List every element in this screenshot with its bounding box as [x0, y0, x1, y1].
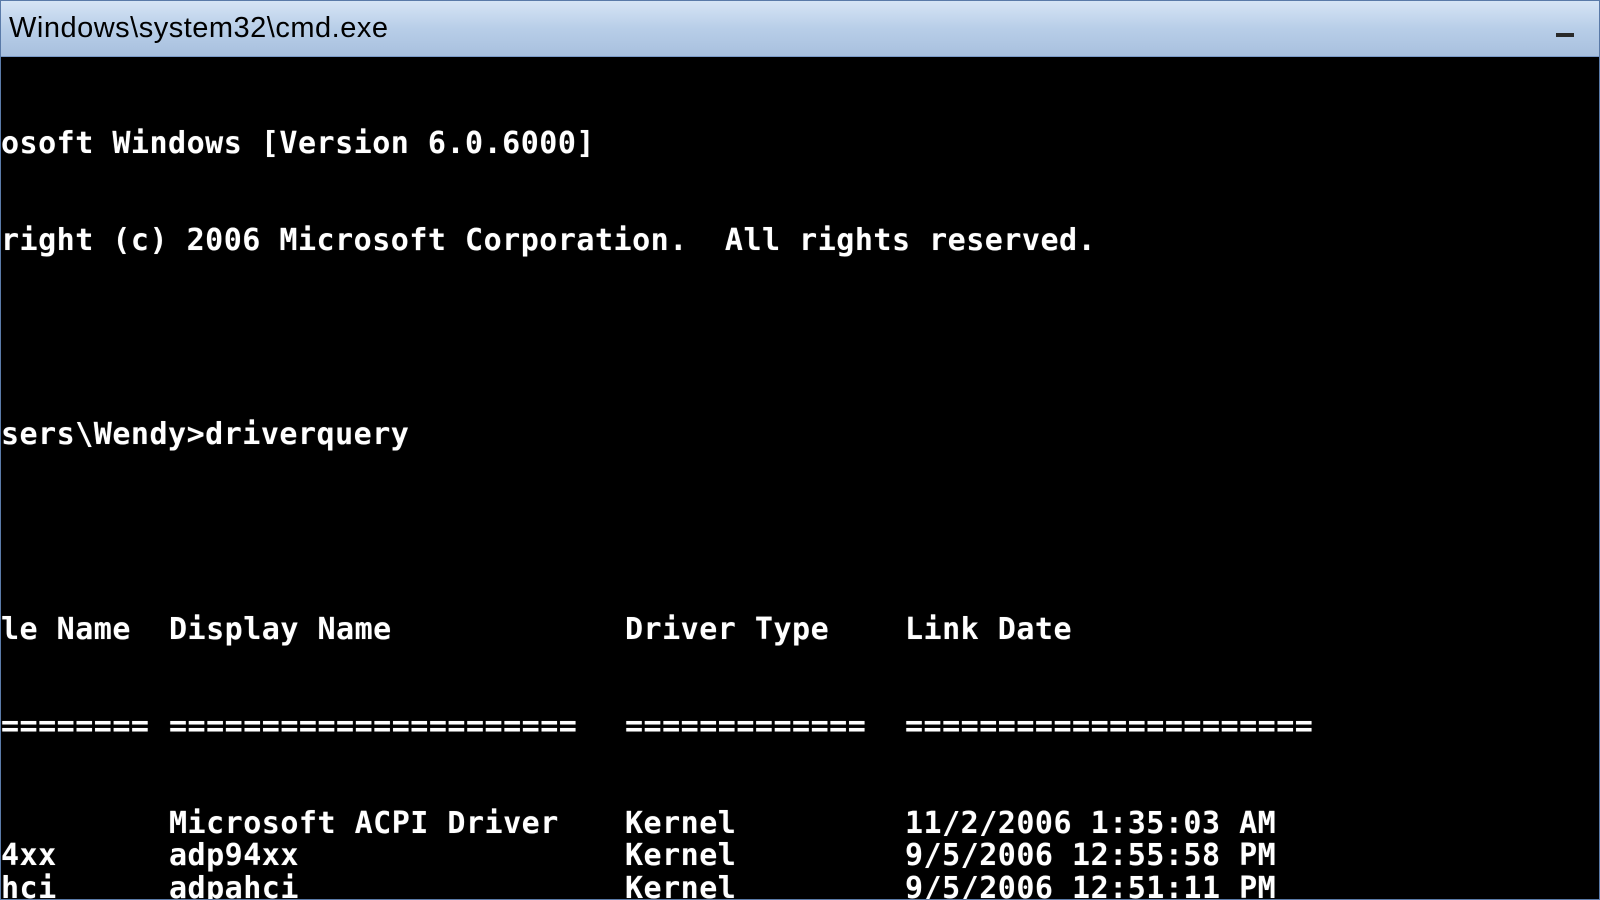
header-display: Display Name	[169, 614, 625, 646]
cell-module	[1, 808, 169, 840]
cell-type: Kernel	[625, 840, 905, 872]
cell-display: adpahci	[169, 873, 625, 899]
cell-display: adp94xx	[169, 840, 625, 872]
separator-row: ======== ====================== ========…	[1, 711, 1599, 743]
cell-date: 9/5/2006 12:55:58 PM	[905, 840, 1425, 872]
sep-type: =============	[625, 711, 905, 743]
sep-module: ========	[1, 711, 169, 743]
header-module: le Name	[1, 614, 169, 646]
header-row: le Name Display Name Driver Type Link Da…	[1, 614, 1599, 646]
header-type: Driver Type	[625, 614, 905, 646]
table-body: Microsoft ACPI DriverKernel11/2/2006 1:3…	[1, 808, 1599, 899]
blank-line	[1, 322, 1599, 354]
table-row: 4xxadp94xxKernel9/5/2006 12:55:58 PM	[1, 840, 1599, 872]
cell-date: 9/5/2006 12:51:11 PM	[905, 873, 1425, 899]
cell-type: Kernel	[625, 873, 905, 899]
sep-date: ======================	[905, 711, 1425, 743]
minimize-button[interactable]	[1547, 15, 1583, 43]
cmd-window: Windows\system32\cmd.exe osoft Windows […	[0, 0, 1600, 900]
header-date: Link Date	[905, 614, 1425, 646]
cell-type: Kernel	[625, 808, 905, 840]
window-controls	[1547, 15, 1591, 43]
table-row: Microsoft ACPI DriverKernel11/2/2006 1:3…	[1, 808, 1599, 840]
banner-line: right (c) 2006 Microsoft Corporation. Al…	[1, 225, 1599, 257]
cell-date: 11/2/2006 1:35:03 AM	[905, 808, 1425, 840]
minimize-icon	[1556, 33, 1574, 37]
cell-module: hci	[1, 873, 169, 899]
window-title: Windows\system32\cmd.exe	[9, 12, 388, 45]
titlebar[interactable]: Windows\system32\cmd.exe	[1, 1, 1599, 57]
console-output[interactable]: osoft Windows [Version 6.0.6000] right (…	[1, 57, 1599, 899]
table-row: hciadpahciKernel9/5/2006 12:51:11 PM	[1, 873, 1599, 899]
cell-display: Microsoft ACPI Driver	[169, 808, 625, 840]
sep-display: ======================	[169, 711, 625, 743]
prompt-line: sers\Wendy>driverquery	[1, 419, 1599, 451]
banner-line: osoft Windows [Version 6.0.6000]	[1, 128, 1599, 160]
cell-module: 4xx	[1, 840, 169, 872]
blank-line	[1, 516, 1599, 548]
